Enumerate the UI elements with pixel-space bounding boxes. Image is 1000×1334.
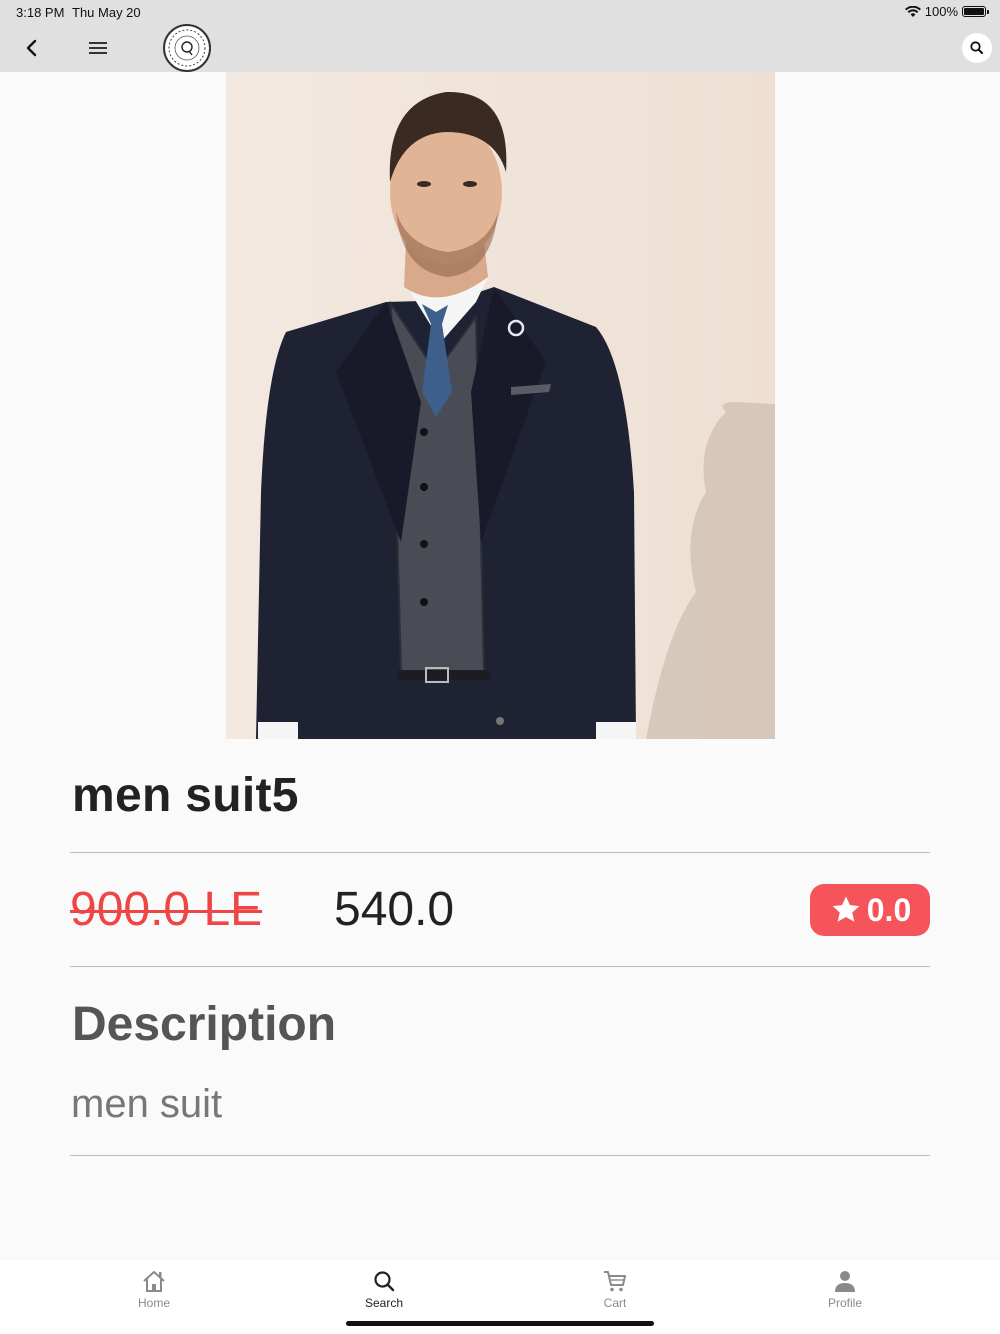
status-date: Thu May 20 bbox=[72, 5, 141, 20]
nav-search-label: Search bbox=[364, 1296, 404, 1310]
nav-search[interactable]: Search bbox=[334, 1268, 434, 1310]
status-indicators: 100% bbox=[904, 4, 989, 19]
back-button[interactable] bbox=[18, 36, 46, 60]
search-icon bbox=[970, 41, 983, 54]
product-photo bbox=[226, 72, 775, 739]
home-icon bbox=[143, 1271, 165, 1292]
old-price: 900.0 LE bbox=[70, 883, 263, 936]
product-image[interactable] bbox=[226, 72, 775, 739]
divider bbox=[70, 1155, 930, 1156]
product-title: men suit5 bbox=[72, 769, 299, 822]
battery-icon bbox=[962, 6, 989, 17]
divider bbox=[70, 852, 930, 853]
home-indicator[interactable] bbox=[346, 1321, 654, 1326]
wifi-icon bbox=[904, 5, 921, 17]
search-icon bbox=[374, 1271, 395, 1292]
cart-icon bbox=[604, 1271, 626, 1292]
profile-icon bbox=[835, 1271, 855, 1292]
nav-home-label: Home bbox=[137, 1296, 170, 1310]
search-button[interactable] bbox=[962, 33, 992, 63]
nav-home[interactable]: Home bbox=[104, 1268, 204, 1310]
divider bbox=[70, 966, 930, 967]
battery-percent: 100% bbox=[924, 4, 958, 19]
nav-cart[interactable]: Cart bbox=[565, 1268, 665, 1310]
brand-logo-icon[interactable] bbox=[163, 24, 211, 72]
status-time: 3:18 PM bbox=[16, 5, 65, 20]
menu-button[interactable] bbox=[84, 36, 112, 60]
new-price: 540.0 bbox=[334, 883, 455, 936]
status-bar: 3:18 PM Thu May 20 100% bbox=[0, 0, 1000, 24]
image-page-indicator[interactable] bbox=[496, 717, 504, 725]
star-icon bbox=[832, 896, 860, 922]
description-heading: Description bbox=[72, 998, 337, 1051]
rating-value: 0.0 bbox=[866, 891, 912, 928]
description-text: men suit bbox=[71, 1082, 223, 1126]
app-bar bbox=[0, 24, 1000, 72]
chevron-left-icon bbox=[26, 39, 37, 57]
logo-mark bbox=[168, 29, 206, 67]
rating-badge[interactable]: 0.0 bbox=[810, 884, 930, 936]
nav-profile-label: Profile bbox=[827, 1296, 862, 1310]
hamburger-menu-icon bbox=[89, 42, 107, 54]
nav-profile[interactable]: Profile bbox=[795, 1268, 895, 1310]
nav-cart-label: Cart bbox=[603, 1296, 627, 1310]
